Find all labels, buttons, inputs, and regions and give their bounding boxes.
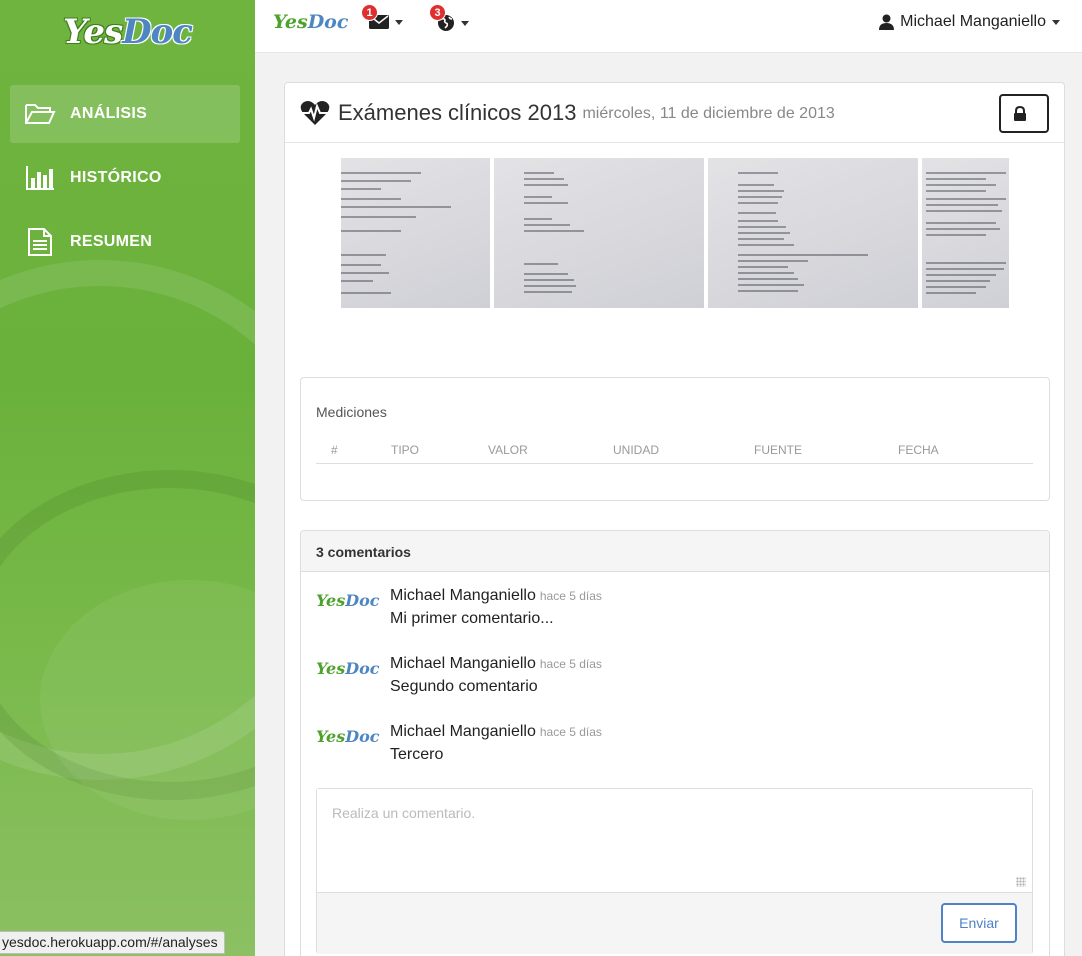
column-header: UNIDAD	[613, 443, 660, 457]
sidebar-item-label: ANÁLISIS	[70, 105, 148, 122]
chevron-down-icon	[1052, 19, 1060, 25]
comment-form: Enviar	[316, 788, 1033, 954]
analysis-header: Exámenes clínicos 2013 miércoles, 11 de …	[285, 83, 1064, 143]
document-image[interactable]	[494, 158, 704, 308]
comment-time: hace 5 días	[539, 725, 602, 739]
comment-time: hace 5 días	[539, 589, 602, 603]
sidebar-nav: ANÁLISIS HISTÓRICO RESUMEN	[10, 85, 240, 277]
sidebar-item-resumen[interactable]: RESUMEN	[10, 213, 240, 271]
sidebar-item-label: HISTÓRICO	[70, 169, 162, 186]
document-image[interactable]	[922, 158, 1009, 308]
analysis-date: miércoles, 11 de diciembre de 2013	[582, 105, 835, 122]
top-logo[interactable]: YesDoc	[273, 11, 348, 33]
document-image[interactable]	[341, 158, 490, 308]
comment-text: Segundo comentario	[390, 678, 538, 695]
bar-chart-icon	[26, 166, 54, 190]
comment-text: Tercero	[390, 746, 444, 763]
sidebar: YesDoc ANÁLISIS HISTÓRICO RESUMEN	[0, 0, 255, 956]
comment-avatar: YesDoc	[316, 659, 380, 678]
lock-button[interactable]	[999, 94, 1049, 133]
comment-author: Michael Manganiello	[390, 587, 536, 604]
column-header: FECHA	[898, 443, 939, 457]
notifications-badge: 3	[429, 4, 446, 21]
status-bar-url: yesdoc.herokuapp.com/#/analyses	[0, 931, 225, 954]
comment-text: Mi primer comentario...	[390, 610, 554, 627]
comment-author: Michael Manganiello	[390, 723, 536, 740]
sidebar-item-label: RESUMEN	[70, 233, 153, 250]
comment-avatar: YesDoc	[316, 727, 380, 746]
sidebar-item-historico[interactable]: HISTÓRICO	[10, 149, 240, 207]
column-header: #	[331, 443, 338, 457]
top-navbar: YesDoc 1 3 Michael Manganiello	[255, 0, 1082, 53]
user-menu[interactable]: Michael Manganiello	[879, 13, 1060, 31]
document-icon	[28, 228, 52, 256]
comments-count: 3 comentarios	[301, 531, 1049, 572]
comments-panel: 3 comentarios YesDoc Michael Manganiello…	[300, 530, 1050, 956]
mediciones-panel: Mediciones # TIPO VALOR UNIDAD FUENTE FE…	[300, 377, 1050, 501]
analysis-card: Exámenes clínicos 2013 miércoles, 11 de …	[284, 82, 1065, 956]
send-button[interactable]: Enviar	[941, 903, 1017, 943]
chevron-down-icon	[395, 19, 403, 25]
comment-time: hace 5 días	[539, 657, 602, 671]
comment-input[interactable]	[317, 789, 1032, 892]
comment-form-footer: Enviar	[317, 892, 1032, 954]
column-header: FUENTE	[754, 443, 802, 457]
chevron-down-icon	[461, 20, 469, 26]
messages-badge: 1	[361, 4, 378, 21]
user-name: Michael Manganiello	[900, 13, 1046, 30]
resize-handle-icon[interactable]	[1016, 877, 1026, 887]
comment-author: Michael Manganiello	[390, 655, 536, 672]
comment-item: YesDoc Michael Manganiello hace 5 días Te…	[316, 723, 602, 764]
comment-item: YesDoc Michael Manganiello hace 5 días Mi…	[316, 587, 602, 628]
column-header: TIPO	[391, 443, 420, 457]
comment-avatar: YesDoc	[316, 591, 380, 610]
document-gallery	[341, 158, 1009, 308]
sidebar-logo[interactable]: YesDoc	[0, 12, 255, 52]
heartbeat-icon	[300, 100, 330, 125]
user-icon	[879, 14, 895, 30]
page-title: Exámenes clínicos 2013	[338, 99, 577, 125]
column-header: VALOR	[488, 443, 528, 457]
notifications-dropdown[interactable]: 3	[429, 4, 469, 32]
messages-dropdown[interactable]: 1	[361, 4, 403, 30]
lock-icon	[1014, 105, 1026, 121]
document-image[interactable]	[708, 158, 918, 308]
folder-open-icon	[25, 104, 56, 124]
comment-item: YesDoc Michael Manganiello hace 5 días Se…	[316, 655, 602, 696]
sidebar-item-analisis[interactable]: ANÁLISIS	[10, 85, 240, 143]
mediciones-title: Mediciones	[316, 404, 387, 420]
mediciones-table-header: # TIPO VALOR UNIDAD FUENTE FECHA	[316, 434, 1033, 464]
